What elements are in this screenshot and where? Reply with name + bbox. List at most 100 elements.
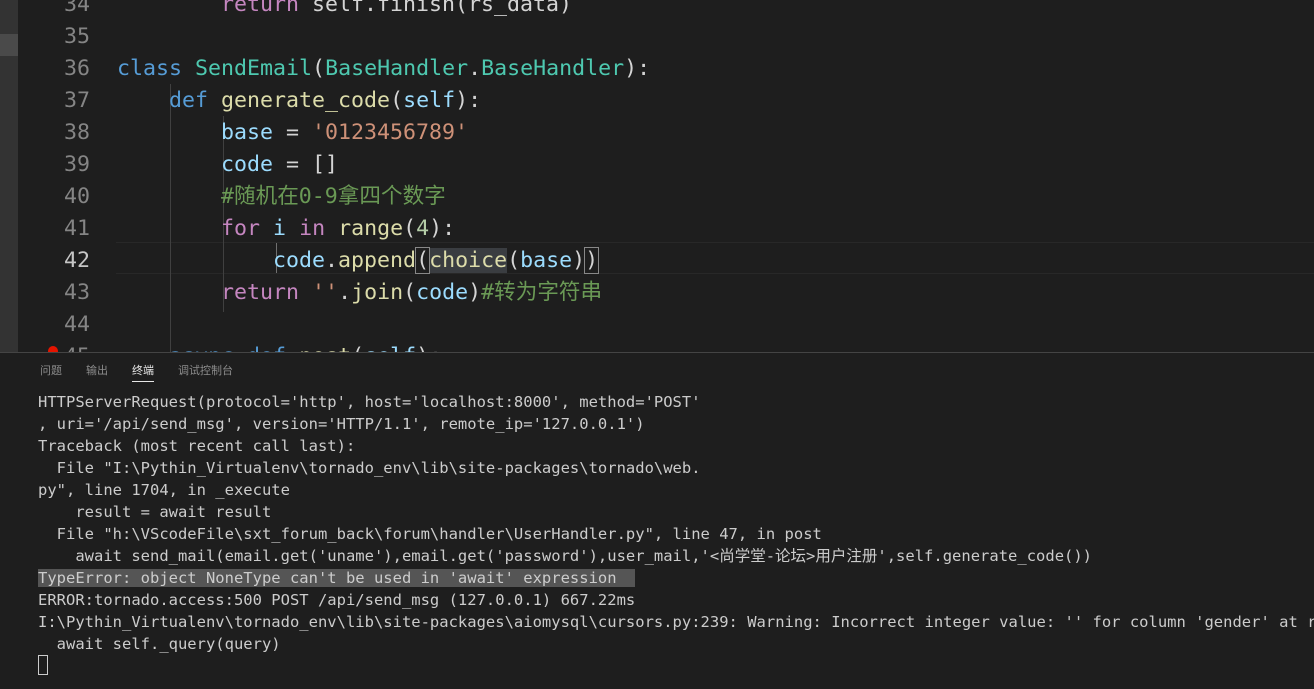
code-line[interactable]: 34 return self.finish(rs_data) — [18, 0, 1314, 21]
code-text: async def post(self): — [117, 341, 442, 352]
code-line[interactable]: 39 code = [] — [18, 149, 1314, 181]
code-token: = [] — [273, 152, 339, 177]
terminal-line: TypeError: object NoneType can't be used… — [38, 567, 1314, 589]
code-line[interactable]: 44 — [18, 309, 1314, 341]
code-token: #转为字符串 — [481, 280, 603, 305]
code-editor[interactable]: 34 return self.finish(rs_data) 35 36 class … — [18, 0, 1314, 352]
code-line[interactable]: 41 for i in range(4): — [18, 213, 1314, 245]
code-token: self.finish(rs_data) — [299, 0, 573, 17]
code-token: return — [221, 280, 300, 305]
panel-tab[interactable]: 问题 — [40, 361, 62, 381]
terminal-line: File "h:\VScodeFile\sxt_forum_back\forum… — [38, 523, 1314, 545]
code-token: ( — [403, 280, 417, 305]
code-token: ): — [416, 344, 442, 352]
code-token: ( — [351, 344, 364, 352]
code-line[interactable]: 37 def generate_code(self): — [18, 85, 1314, 117]
code-text: return self.finish(rs_data) — [117, 0, 572, 21]
code-token: code — [273, 248, 326, 273]
code-token: ) — [572, 248, 586, 273]
terminal-line-text: ERROR:tornado.access:500 POST /api/send_… — [38, 591, 636, 609]
code-token: ) — [584, 247, 600, 274]
code-token: ( — [415, 247, 431, 274]
panel-tab[interactable]: 终端 — [132, 361, 154, 382]
code-line[interactable]: 38 base = '0123456789' — [18, 117, 1314, 149]
terminal-line-text: I:\Pythin_Virtualenv\tornado_env\lib\sit… — [38, 613, 1314, 631]
terminal-line-text: , uri='/api/send_msg', version='HTTP/1.1… — [38, 415, 645, 433]
code-token: BaseHandler — [325, 56, 469, 81]
terminal-line-text: TypeError: object NoneType can't be used… — [38, 569, 636, 587]
terminal-line: py", line 1704, in _execute — [38, 479, 1314, 501]
code-token: BaseHandler — [481, 56, 625, 81]
terminal-line: await send_mail(email.get('uname'),email… — [38, 545, 1314, 567]
line-number: 36 — [63, 56, 90, 81]
code-token: . — [338, 280, 352, 305]
code-text: def generate_code(self): — [117, 85, 481, 117]
panel-tab[interactable]: 调试控制台 — [178, 361, 233, 381]
terminal-line: I:\Pythin_Virtualenv\tornado_env\lib\sit… — [38, 611, 1314, 633]
code-token: ): — [624, 56, 651, 81]
code-token: return — [221, 0, 300, 17]
code-token: class — [117, 56, 183, 81]
line-number: 41 — [63, 216, 90, 241]
code-text: class SendEmail(BaseHandler.BaseHandler)… — [117, 53, 650, 85]
activity-bar — [0, 0, 18, 352]
line-number: 39 — [63, 152, 90, 177]
line-number: 44 — [63, 312, 90, 337]
terminal-line: HTTPServerRequest(protocol='http', host=… — [38, 391, 1314, 413]
code-line[interactable]: 35 — [18, 21, 1314, 53]
line-number: 38 — [63, 120, 90, 145]
panel-tab[interactable]: 输出 — [86, 361, 108, 381]
code-token: SendEmail — [195, 56, 313, 81]
code-token: ( — [312, 56, 326, 81]
code-token: ): — [429, 216, 456, 241]
code-line[interactable]: 36 class SendEmail(BaseHandler.BaseHandle… — [18, 53, 1314, 85]
code-token: async — [169, 344, 234, 352]
terminal-line: , uri='/api/send_msg', version='HTTP/1.1… — [38, 413, 1314, 435]
code-token: #随机在0-9拿四个数字 — [221, 184, 446, 209]
code-token: choice — [429, 248, 508, 273]
terminal-line: await self._query(query) — [38, 633, 1314, 655]
code-token: self — [364, 344, 416, 352]
code-token: def — [247, 344, 286, 352]
code-line[interactable]: 40 #随机在0-9拿四个数字 — [18, 181, 1314, 213]
terminal-line: ERROR:tornado.access:500 POST /api/send_… — [38, 589, 1314, 611]
code-token: . — [325, 248, 339, 273]
terminal-prompt-line[interactable] — [38, 655, 1314, 677]
terminal-line: File "I:\Pythin_Virtualenv\tornado_env\l… — [38, 457, 1314, 479]
code-text: base = '0123456789' — [117, 117, 468, 149]
code-token: self — [403, 88, 456, 113]
terminal-line-text: File "I:\Pythin_Virtualenv\tornado_env\l… — [38, 459, 701, 477]
code-token: ) — [468, 280, 482, 305]
terminal-line: Traceback (most recent call last): — [38, 435, 1314, 457]
line-number: 37 — [63, 88, 90, 113]
terminal-line: result = await result — [38, 501, 1314, 523]
code-line[interactable]: 42 code.append(choice(base)) — [18, 245, 1314, 277]
code-token: '' — [312, 280, 339, 305]
code-token: for — [221, 216, 261, 241]
terminal-line-text: await self._query(query) — [38, 635, 281, 653]
terminal-output[interactable]: HTTPServerRequest(protocol='http', host=… — [38, 391, 1314, 677]
code-token: in — [299, 216, 326, 241]
code-token: post — [299, 344, 351, 352]
code-line[interactable]: 45 async def post(self): — [18, 341, 1314, 352]
terminal-line-text: HTTPServerRequest(protocol='http', host=… — [38, 393, 701, 411]
code-token: join — [351, 280, 404, 305]
code-line[interactable]: 43 return ''.join(code)#转为字符串 — [18, 277, 1314, 309]
code-token: ): — [455, 88, 482, 113]
terminal-line-text: py", line 1704, in _execute — [38, 481, 290, 499]
code-text: code = [] — [117, 149, 338, 181]
terminal-line-text: Traceback (most recent call last): — [38, 437, 356, 455]
line-number: 34 — [63, 0, 90, 17]
code-token: append — [338, 248, 417, 273]
